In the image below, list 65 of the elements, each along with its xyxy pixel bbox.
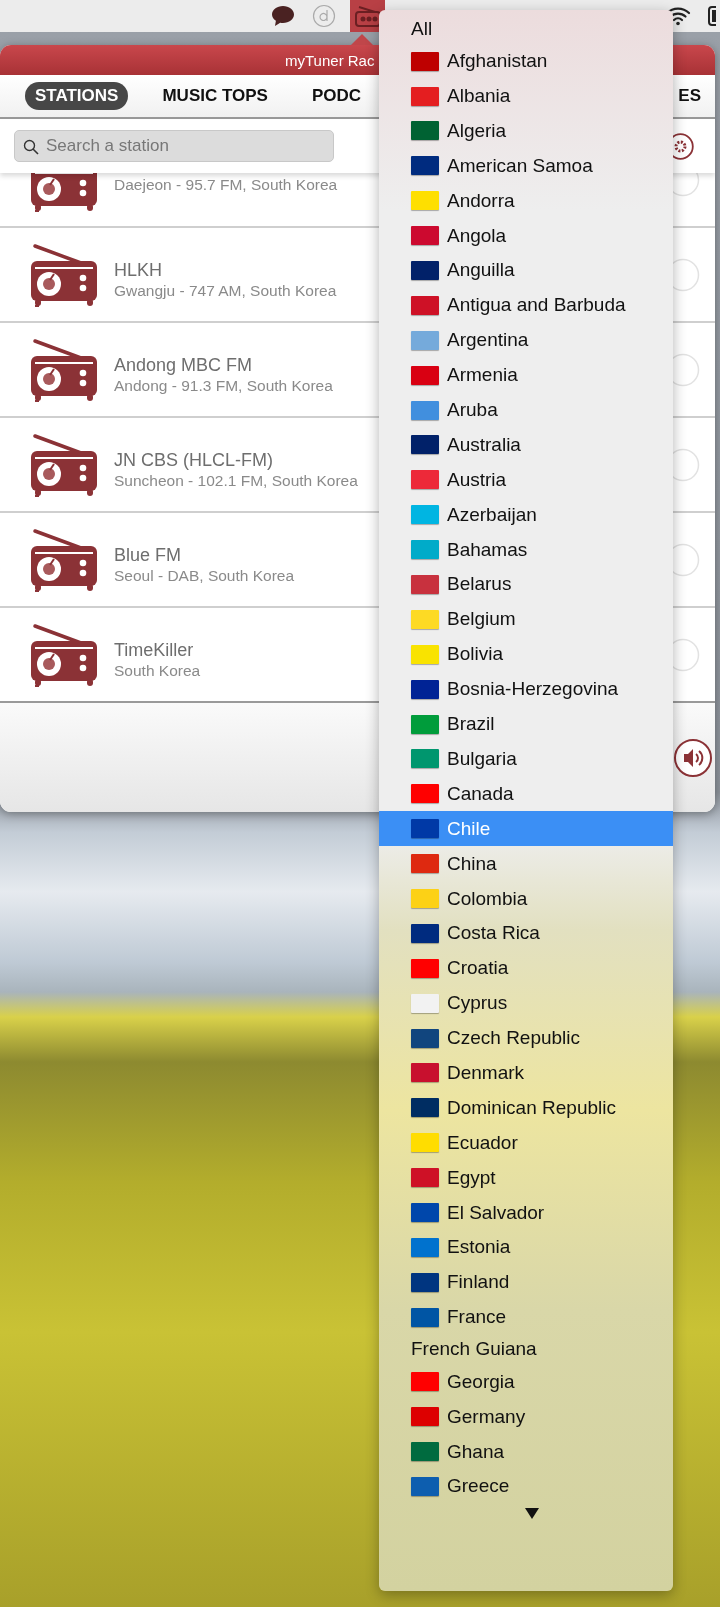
station-name: JN CBS (HLCL-FM) xyxy=(114,449,273,471)
country-menu-item[interactable]: Bulgaria xyxy=(379,741,673,777)
scroll-down-icon[interactable] xyxy=(525,1507,539,1519)
station-name: HLKH xyxy=(114,259,162,281)
speech-bubble-icon[interactable] xyxy=(271,5,295,27)
country-menu-item[interactable]: Algeria xyxy=(379,113,673,149)
station-location: Daejeon - 95.7 FM, South Korea xyxy=(114,175,338,194)
country-menu-item[interactable]: Belarus xyxy=(379,567,673,602)
country-menu-item[interactable]: Canada xyxy=(379,776,673,812)
tab[interactable]: PODC xyxy=(301,82,372,110)
search-field[interactable]: Search a station xyxy=(14,130,334,162)
radio-icon xyxy=(31,242,97,307)
country-menu-item[interactable]: Dominican Republic xyxy=(379,1090,673,1126)
country-menu-item[interactable]: Brazil xyxy=(379,706,673,742)
radio-icon xyxy=(31,527,97,592)
radio-icon xyxy=(31,622,97,687)
country-menu-item[interactable]: Estonia xyxy=(379,1229,673,1265)
station-location: Seoul - DAB, South Korea xyxy=(114,566,295,585)
window-title: myTuner Rac xyxy=(285,51,375,69)
country-menu-item[interactable]: Croatia xyxy=(379,950,673,986)
country-menu-item[interactable]: Germany xyxy=(379,1399,673,1435)
country-menu-item[interactable]: France xyxy=(379,1299,673,1335)
country-menu-item[interactable]: Albania xyxy=(379,78,673,114)
station-location: Andong - 91.3 FM, South Korea xyxy=(114,376,333,395)
country-menu-item[interactable]: All xyxy=(379,14,673,44)
station-name: Andong MBC FM xyxy=(114,354,253,376)
tab[interactable]: ES xyxy=(672,82,707,110)
country-menu-item[interactable]: Bahamas xyxy=(379,532,673,568)
station-location: Suncheon - 102.1 FM, South Korea xyxy=(114,471,358,490)
country-menu-item[interactable]: Argentina xyxy=(379,322,673,358)
country-menu-item[interactable]: Colombia xyxy=(379,881,673,916)
radio-menu-icon[interactable] xyxy=(350,0,385,32)
country-menu-item[interactable]: Ecuador xyxy=(379,1125,673,1161)
station-name: TimeKiller xyxy=(114,639,194,661)
country-menu-item[interactable]: Andorra xyxy=(379,183,673,219)
tab[interactable]: MUSIC TOPS xyxy=(152,82,278,110)
country-menu-item[interactable]: Cyprus xyxy=(379,985,673,1021)
country-menu-item[interactable]: French Guiana xyxy=(379,1334,673,1365)
popover-pointer xyxy=(351,34,373,45)
station-location: South Korea xyxy=(114,661,201,680)
country-menu-item[interactable]: El Salvador xyxy=(379,1195,673,1230)
country-menu-item[interactable]: Austria xyxy=(379,462,673,498)
country-menu-item[interactable]: Czech Republic xyxy=(379,1020,673,1056)
country-menu-item[interactable]: Egypt xyxy=(379,1160,673,1196)
country-menu-item[interactable]: Greece xyxy=(379,1469,673,1504)
station-location: Gwangju - 747 AM, South Korea xyxy=(114,281,337,300)
battery-icon[interactable] xyxy=(708,6,716,26)
country-menu-item[interactable]: Ghana xyxy=(379,1434,673,1469)
country-menu-item[interactable]: Australia xyxy=(379,427,673,463)
search-icon xyxy=(23,139,39,155)
radio-icon xyxy=(31,337,97,402)
country-menu-item[interactable]: Georgia xyxy=(379,1364,673,1400)
country-menu-item[interactable]: Armenia xyxy=(379,357,673,393)
country-menu-item[interactable]: Bolivia xyxy=(379,636,673,672)
country-menu-item[interactable]: Costa Rica xyxy=(379,915,673,951)
station-name: Blue FM xyxy=(114,544,182,566)
country-menu-item[interactable]: Finland xyxy=(379,1264,673,1300)
country-menu-item[interactable]: Denmark xyxy=(379,1055,673,1091)
radio-icon xyxy=(31,432,97,497)
country-menu-item[interactable]: Anguilla xyxy=(379,253,673,288)
volume-icon[interactable] xyxy=(673,737,713,778)
country-menu-item[interactable]: Afghanistan xyxy=(379,43,673,79)
country-menu-item[interactable]: China xyxy=(379,846,673,882)
country-menu-item[interactable]: Antigua and Barbuda xyxy=(379,287,673,323)
tab[interactable]: STATIONS xyxy=(25,82,129,110)
